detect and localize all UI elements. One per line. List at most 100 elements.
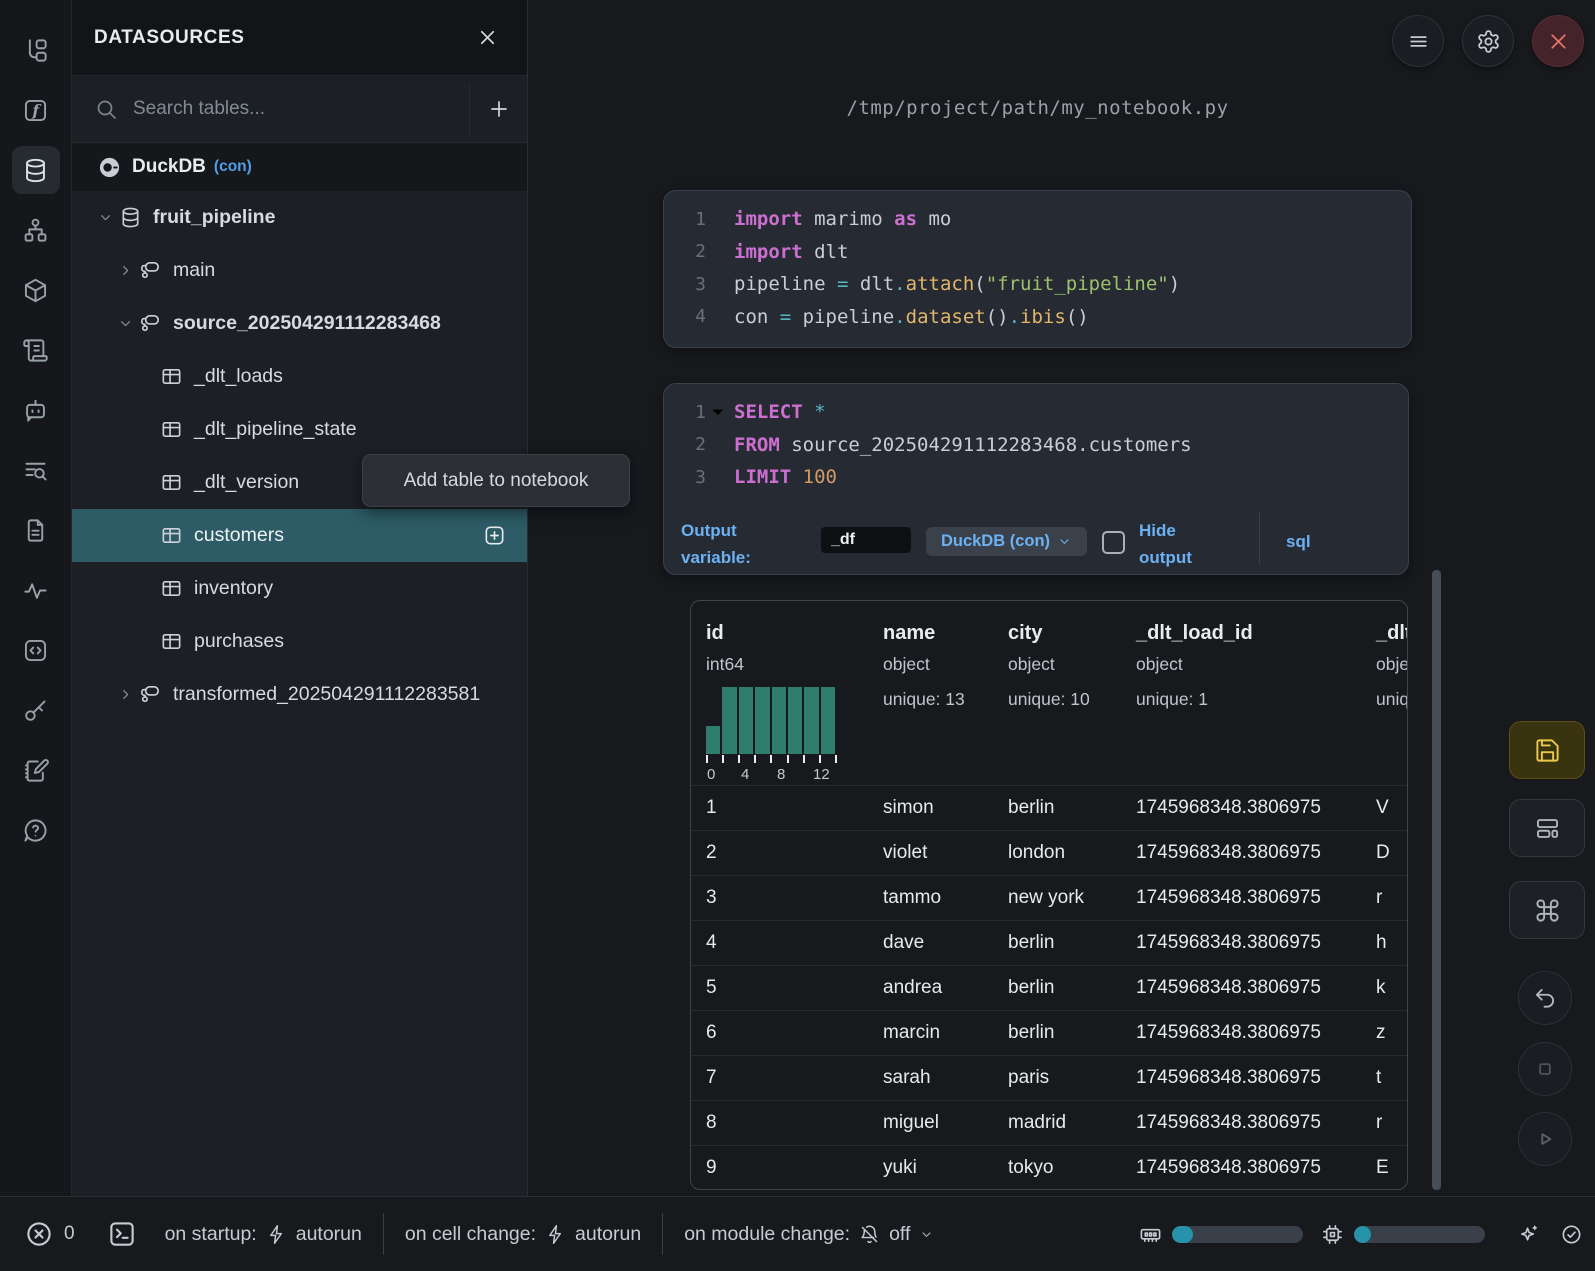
rail-item-file-text[interactable] [12,506,60,554]
engine-selector[interactable]: DuckDB (con) [926,527,1087,556]
table-row[interactable]: 7sarahparis1745968348.3806975t [691,1055,1407,1100]
hide-output-checkbox[interactable] [1102,531,1125,554]
table-row[interactable]: 6marcinberlin1745968348.3806975z [691,1010,1407,1055]
layout-button[interactable] [1509,799,1585,857]
table-cell: berlin [1008,977,1136,999]
table-cell: 6 [706,1022,883,1044]
chevron-down-icon[interactable] [92,209,119,226]
tree-item-_dlt_pipeline_state[interactable]: _dlt_pipeline_state [72,403,527,456]
column-header-_dlt_load_id[interactable]: _dlt_load_idobjectunique: 1 [1136,601,1376,785]
add-table-button[interactable] [483,524,506,547]
table-cell: marcin [883,1022,1008,1044]
tree-item-label: _dlt_pipeline_state [194,418,357,441]
tree-item-transformed_202504291112283581[interactable]: transformed_202504291112283581 [72,668,527,721]
table-row[interactable]: 2violetlondon1745968348.3806975D [691,830,1407,875]
column-header-id[interactable]: idint6404812 [706,601,883,785]
datasources-panel: DATASOURCES DuckDB (con) fruit_pipelinem… [72,0,528,1196]
add-datasource-button[interactable] [470,97,527,121]
chevron-down-icon[interactable] [112,315,139,332]
output-variable-input[interactable] [821,527,911,553]
setting-on-cell-change[interactable]: on cell change:autorun [405,1223,641,1246]
shutdown-button[interactable] [1532,15,1584,67]
table-row[interactable]: 4daveberlin1745968348.3806975h [691,920,1407,965]
connection-row[interactable]: DuckDB (con) [72,143,527,191]
code-line[interactable]: 3LIMIT 100 [664,461,1408,494]
schema-icon [139,259,162,282]
schema-icon [139,683,162,706]
table-row[interactable]: 9yukitokyo1745968348.3806975E [691,1145,1407,1190]
table-cell: 1745968348.3806975 [1136,1022,1376,1044]
close-panel-icon[interactable] [476,26,499,49]
rail-item-activity[interactable] [12,566,60,614]
table-cell: 9 [706,1157,883,1179]
terminal-icon[interactable] [107,1219,137,1249]
table-cell: tokyo [1008,1157,1136,1179]
chevron-right-icon[interactable] [112,262,139,279]
table-row[interactable]: 8miguelmadrid1745968348.3806975r [691,1100,1407,1145]
duckdb-logo-icon [98,156,121,179]
rail-item-org-chart[interactable] [12,206,60,254]
tree-item-_dlt_loads[interactable]: _dlt_loads [72,350,527,403]
table-row[interactable]: 5andreaberlin1745968348.3806975k [691,965,1407,1010]
code-line[interactable]: 1SELECT * [664,396,1408,429]
table-cell: 1745968348.3806975 [1136,797,1376,819]
rail-item-database[interactable] [12,146,60,194]
rail-item-notebook-edit[interactable] [12,746,60,794]
scrollbar[interactable] [1432,570,1441,1190]
table-cell: berlin [1008,932,1136,954]
table-cell: t [1376,1067,1408,1089]
rail-item-scroll[interactable] [12,326,60,374]
code-line[interactable]: 2FROM source_202504291112283468.customer… [664,429,1408,462]
table-row[interactable]: 1simonberlin1745968348.3806975V [691,785,1407,830]
save-button[interactable] [1509,721,1585,779]
rail-item-list-search[interactable] [12,446,60,494]
lightning-icon [266,1224,287,1245]
code-line[interactable]: 1import marimo as mo [664,203,1411,236]
rail-item-tree-explorer[interactable] [12,26,60,74]
code-line[interactable]: 3pipeline = dlt.attach("fruit_pipeline") [664,268,1411,301]
setting-on-startup[interactable]: on startup:autorun [165,1223,362,1246]
table-row[interactable]: 3tammonew york1745968348.3806975r [691,875,1407,920]
svg-text:f: f [31,101,42,120]
search-input[interactable] [131,97,465,121]
tree-item-source_202504291112283468[interactable]: source_202504291112283468 [72,297,527,350]
run-button[interactable] [1518,1112,1572,1166]
tree-item-purchases[interactable]: purchases [72,615,527,668]
error-count-icon[interactable] [24,1219,54,1249]
rail-item-function[interactable]: f [12,86,60,134]
sparkle-icon[interactable] [1517,1223,1540,1246]
check-circle-icon[interactable] [1560,1223,1583,1246]
rail-item-cube[interactable] [12,266,60,314]
sql-cell[interactable]: 1SELECT *2FROM source_202504291112283468… [663,383,1409,575]
column-header-name[interactable]: nameobjectunique: 13 [883,601,1008,785]
table-cell: violet [883,842,1008,864]
settings-button[interactable] [1462,15,1514,67]
table-cell: london [1008,842,1136,864]
table-cell: 1745968348.3806975 [1136,887,1376,909]
query-result-table[interactable]: idint6404812nameobjectunique: 13cityobje… [690,600,1408,1190]
table-cell: k [1376,977,1408,999]
rail-item-key[interactable] [12,686,60,734]
code-line[interactable]: 4con = pipeline.dataset().ibis() [664,301,1411,334]
setting-on-module-change[interactable]: on module change:off [684,1223,934,1246]
command-palette-button[interactable] [1509,881,1585,939]
python-cell[interactable]: 1import marimo as mo2import dlt3pipeline… [663,190,1412,348]
code-line[interactable]: 2import dlt [664,236,1411,269]
rail-item-robot-chat[interactable] [12,386,60,434]
tree-item-fruit_pipeline[interactable]: fruit_pipeline [72,191,527,244]
rail-item-code-block[interactable] [12,626,60,674]
undo-button[interactable] [1518,971,1572,1025]
column-header-city[interactable]: cityobjectunique: 10 [1008,601,1136,785]
menu-button[interactable] [1392,15,1444,67]
column-header-_dlt_id[interactable]: _dlt_idobjectunique: 13 [1376,601,1408,785]
language-badge: sql [1286,532,1311,552]
cube-icon [22,277,49,304]
tree-item-main[interactable]: main [72,244,527,297]
command-icon [1534,897,1561,924]
chevron-right-icon[interactable] [112,686,139,703]
rail-item-help-chat[interactable] [12,806,60,854]
tree-item-customers[interactable]: customers [72,509,527,562]
tree-item-inventory[interactable]: inventory [72,562,527,615]
engine-selector-value: DuckDB (con) [941,532,1050,551]
stop-button[interactable] [1518,1042,1572,1096]
